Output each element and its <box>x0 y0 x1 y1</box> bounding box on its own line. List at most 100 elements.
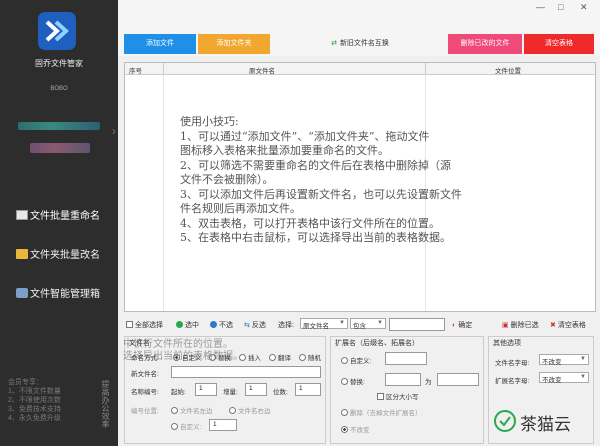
position-left-radio[interactable]: 文件名左边 <box>171 405 213 415</box>
app-logo-icon <box>38 12 76 50</box>
watermark-text: 茶猫云 <box>520 415 571 434</box>
sidebar-item-smart-manager[interactable]: 文件智能管理箱 <box>16 285 116 300</box>
extension-panel: 扩展名（后缀名、拓展名） 自定义: 替换: 为 区分大小写 删除（去掉文件扩展名… <box>330 336 484 444</box>
clear-table-button[interactable]: 清空表格 <box>524 34 594 54</box>
position-label: 编号位置: <box>131 408 159 415</box>
other-options-title: 其他选项 <box>493 340 521 347</box>
watermark-check-icon <box>494 410 516 432</box>
invert-icon: ⇆ <box>244 322 250 329</box>
sidebar-item-label: 文件智能管理箱 <box>30 289 100 300</box>
column-header-original-name[interactable]: 原文件名 <box>249 65 275 75</box>
add-folder-button[interactable]: 添加文件夹 <box>198 34 270 54</box>
swap-names-label: 新旧文件名互换 <box>339 40 389 47</box>
tip-line: 1、可以通过“添加文件”、“添加文件夹”、拖动文件 <box>180 129 430 143</box>
select-button[interactable]: 选中 <box>176 320 199 330</box>
filter-value-input[interactable] <box>389 318 445 331</box>
ext-replace-radio[interactable]: 替换: <box>341 376 365 386</box>
filter-op-select[interactable]: 包含 ▼ <box>350 318 386 330</box>
mode-random-radio[interactable]: 随机 <box>299 352 321 362</box>
ext-replace-to-input[interactable] <box>437 373 479 386</box>
digits-input[interactable]: 1 <box>295 383 321 396</box>
tip-line: 3、可以添加文件后再设置新文件名，也可以先设置新文件 <box>180 187 462 201</box>
position-right-radio[interactable]: 文件名右边 <box>229 405 271 415</box>
delete-completed-button[interactable]: 删除已改的文件 <box>448 34 522 54</box>
check-icon <box>176 321 183 328</box>
filename-char-select[interactable]: 不改变 ▼ <box>539 354 589 366</box>
column-header-location[interactable]: 文件位置 <box>495 65 521 75</box>
start-label: 起始: <box>171 389 186 396</box>
maximize-icon[interactable]: □ <box>558 2 563 12</box>
swap-icon: ⇄ <box>331 40 337 47</box>
sidebar-item-label: 文件夹批量改名 <box>30 250 100 261</box>
tip-line: 图标移入表格来批量添加要重命名的文件。 <box>180 144 389 157</box>
custom-position-input[interactable]: 1 <box>209 419 237 431</box>
tip-line: 件名规则后再添加文件。 <box>180 202 301 215</box>
numbering-label: 名称编号: <box>131 389 159 396</box>
benefit-line: 2、不限使用次数 <box>8 397 61 404</box>
delete-icon: ▣ <box>502 322 509 329</box>
sidebar-item-batch-rename[interactable]: 文件批量重命名 <box>16 207 116 222</box>
new-name-input[interactable] <box>171 366 321 378</box>
ext-replace-from-input[interactable] <box>385 373 421 386</box>
table-header: 序号 原文件名 文件位置 <box>125 63 595 75</box>
deselect-button[interactable]: 不选 <box>210 320 233 330</box>
sidebar: 固乔文件管家 BOBO › 文件批量重命名 文件夹批量改名 文件智能管理箱 会员… <box>0 0 118 446</box>
add-file-button[interactable]: 添加文件 <box>124 34 196 54</box>
select-all-checkbox[interactable]: 全部选择 <box>126 320 163 330</box>
filename-panel: 文件名 命名方式: 自定义 替换 插入 翻译 随机 新文件名: 名称编号: 起始… <box>123 336 326 444</box>
collapse-arrow-icon[interactable]: › <box>112 124 116 138</box>
tip-line: 使用小技巧: <box>180 115 239 128</box>
position-custom-radio[interactable]: 自定义: <box>171 421 201 431</box>
confirm-button[interactable]: ◐ 确定 <box>452 320 472 330</box>
app-name: 固乔文件管家 <box>35 59 83 68</box>
column-header-index[interactable]: 序号 <box>129 65 142 75</box>
filename-char-label: 文件名字母: <box>495 360 530 367</box>
user-name: BOBO <box>50 86 68 92</box>
ext-delete-radio[interactable]: 删除（去掉文件扩展名） <box>341 407 422 417</box>
minimize-icon[interactable]: — <box>536 2 545 12</box>
folder-icon <box>16 249 28 259</box>
mode-translate-radio[interactable]: 翻译 <box>269 352 291 362</box>
ext-char-select[interactable]: 不改变 ▼ <box>539 372 589 384</box>
new-name-label: 新文件名: <box>131 371 159 378</box>
filter-field-select[interactable]: 原文件名 ▼ <box>300 318 348 330</box>
choose-label: 选择: <box>278 322 294 329</box>
tip-line: 4、双击表格，可以打开表格中该行文件所在的位置。 <box>180 216 440 230</box>
step-label: 增量: <box>223 389 238 396</box>
selection-bar: 全部选择 选中 不选 ⇆ 反选 选择: 原文件名 ▼ 包含 ▼ ◐ 确定 ▣ 删除已选 ✖… <box>118 314 600 336</box>
smart-box-icon <box>16 288 28 298</box>
ghost-tip-overlay: 中该行文件所在的位置。 选择导出当前的表格数据。 <box>123 339 243 362</box>
ext-char-label: 扩展名字母: <box>495 378 530 385</box>
tip-line: 5、在表格中右击鼠标，可以选择导出当前的表格数据。 <box>180 231 451 244</box>
start-input[interactable]: 1 <box>195 383 217 396</box>
sidebar-item-folder-rename[interactable]: 文件夹批量改名 <box>16 246 116 261</box>
deselect-icon <box>210 321 217 328</box>
confirm-icon: ◐ <box>452 322 457 329</box>
app-window: 固乔文件管家 BOBO › 文件批量重命名 文件夹批量改名 文件智能管理箱 会员… <box>0 0 600 446</box>
digits-label: 位数: <box>273 389 288 396</box>
blurred-account-detail <box>30 143 90 153</box>
ext-unchanged-radio[interactable]: 不改变 <box>341 424 370 434</box>
tip-line: 文件不会被删除）。 <box>180 173 274 186</box>
benefit-line: 3、免费技术支持 <box>8 406 61 413</box>
ext-to-label: 为 <box>425 379 432 386</box>
top-toolbar: — □ ✕ 添加文件 添加文件夹 ⇄ 新旧文件名互换 删除已改的文件 清空表格 <box>118 0 600 56</box>
blurred-account-info <box>18 122 100 130</box>
tip-line: 2、可以筛选不需要重命名的文件后在表格中删除掉（源 <box>180 158 451 172</box>
file-table[interactable]: 序号 原文件名 文件位置 使用小技巧: 1、可以通过“添加文件”、“添加文件夹”… <box>124 62 596 312</box>
member-benefits: 会员专享： 1、不限文件数量 2、不限使用次数 3、免费技术支持 4、永久免费升… <box>8 378 92 423</box>
sidebar-item-label: 文件批量重命名 <box>30 211 100 222</box>
close-icon[interactable]: ✕ <box>580 2 588 13</box>
delete-selected-button[interactable]: ▣ 删除已选 <box>502 320 539 330</box>
invert-button[interactable]: ⇆ 反选 <box>244 320 266 330</box>
ext-custom-radio[interactable]: 自定义: <box>341 355 371 365</box>
clear-table-small-button[interactable]: ✖ 清空表格 <box>550 320 586 330</box>
benefit-line: 1、不限文件数量 <box>8 388 61 395</box>
slogan-vertical: 提高办公效率 <box>101 380 110 428</box>
benefit-line: 4、永久免费升级 <box>8 415 61 422</box>
ext-custom-input[interactable] <box>385 352 427 365</box>
step-input[interactable]: 1 <box>245 383 267 396</box>
swap-names-button[interactable]: ⇄ 新旧文件名互换 <box>322 34 398 54</box>
case-sensitive-checkbox[interactable]: 区分大小写 <box>377 391 419 401</box>
usage-tips: 使用小技巧: 1、可以通过“添加文件”、“添加文件夹”、拖动文件 图标移入表格来… <box>180 115 590 246</box>
